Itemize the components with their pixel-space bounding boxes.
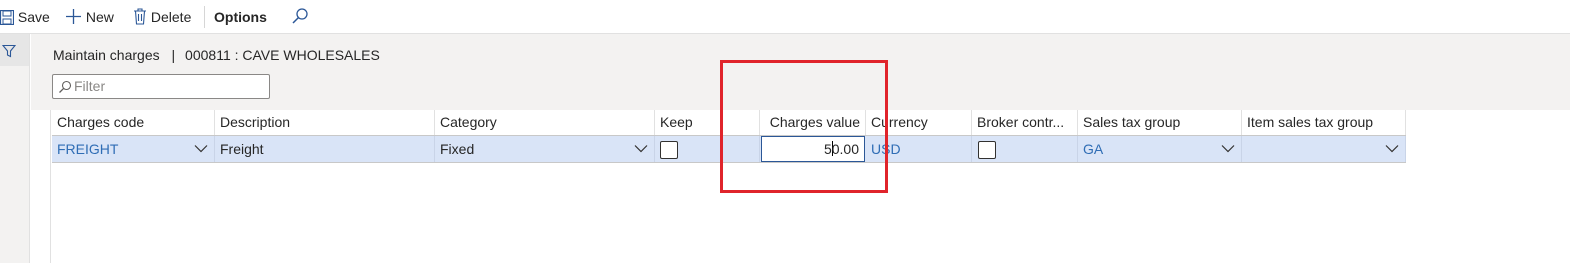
item-sales-tax-group-cell[interactable] (1242, 136, 1406, 162)
description-cell[interactable]: Freight (215, 136, 435, 162)
charges-code-value: FREIGHT (57, 141, 119, 157)
column-header-charges-value[interactable]: Charges value (760, 110, 866, 135)
save-icon (0, 9, 15, 26)
category-value: Fixed (440, 141, 475, 157)
chevron-down-icon[interactable] (634, 144, 648, 153)
filter-funnel-icon (2, 44, 16, 58)
toolbar-divider (204, 6, 205, 28)
column-header-broker-contribution[interactable]: Broker contr... (972, 110, 1078, 135)
chevron-down-icon[interactable] (1221, 144, 1235, 153)
page-title-label: Maintain charges (53, 47, 160, 63)
page-header: Maintain charges | 000811 : CAVE WHOLESA… (31, 34, 1570, 110)
charges-value-suffix: 0.00 (831, 141, 859, 157)
column-header-charges-code[interactable]: Charges code (52, 110, 215, 135)
grid-header-row: Charges code Description Category Keep C… (52, 110, 1406, 136)
column-header-sales-tax-group[interactable]: Sales tax group (1078, 110, 1242, 135)
new-label: New (85, 9, 114, 25)
broker-contribution-checkbox[interactable] (978, 141, 996, 159)
table-row[interactable]: FREIGHT Freight Fixed 50.00 USD GA (52, 136, 1406, 163)
save-label: Save (17, 9, 50, 25)
filter-search-icon (59, 80, 72, 93)
record-caption: 000811 : CAVE WHOLESALES (185, 47, 380, 63)
left-rail (0, 34, 30, 263)
new-button[interactable]: New (65, 8, 114, 26)
action-pane: Save New Delete Options (0, 0, 1570, 34)
page-title: Maintain charges | 000811 : CAVE WHOLESA… (53, 47, 380, 63)
currency-value: USD (871, 141, 901, 157)
description-value: Freight (220, 141, 264, 157)
content-divider (50, 110, 51, 263)
sales-tax-group-cell[interactable]: GA (1078, 136, 1242, 162)
filter-pane-toggle[interactable] (0, 34, 29, 66)
charges-code-cell[interactable]: FREIGHT (52, 136, 215, 162)
delete-icon (134, 8, 146, 25)
column-header-currency[interactable]: Currency (866, 110, 972, 135)
save-button[interactable]: Save (0, 8, 50, 26)
column-header-item-sales-tax-group[interactable]: Item sales tax group (1242, 110, 1406, 135)
title-separator: | (171, 47, 176, 63)
charges-value-input[interactable]: 50.00 (761, 136, 865, 162)
filter-input[interactable] (74, 77, 264, 95)
currency-cell[interactable]: USD (866, 136, 972, 162)
chevron-down-icon[interactable] (1385, 144, 1399, 153)
broker-contribution-cell (972, 136, 1078, 162)
search-button[interactable] (291, 7, 309, 26)
new-icon (66, 9, 81, 24)
sales-tax-group-value: GA (1083, 141, 1104, 157)
search-icon (292, 8, 308, 24)
delete-button[interactable]: Delete (133, 8, 191, 26)
delete-label: Delete (150, 9, 192, 25)
chevron-down-icon[interactable] (194, 144, 208, 153)
charges-grid: Charges code Description Category Keep C… (52, 110, 1406, 163)
charges-value-prefix: 5 (823, 141, 832, 157)
column-header-description[interactable]: Description (215, 110, 435, 135)
column-header-category[interactable]: Category (435, 110, 655, 135)
options-label: Options (214, 9, 267, 25)
keep-cell (655, 136, 760, 162)
options-tab[interactable]: Options (214, 8, 267, 26)
column-header-keep[interactable]: Keep (655, 110, 760, 135)
quick-filter[interactable] (52, 74, 270, 99)
keep-checkbox[interactable] (660, 141, 678, 159)
category-cell[interactable]: Fixed (435, 136, 655, 162)
